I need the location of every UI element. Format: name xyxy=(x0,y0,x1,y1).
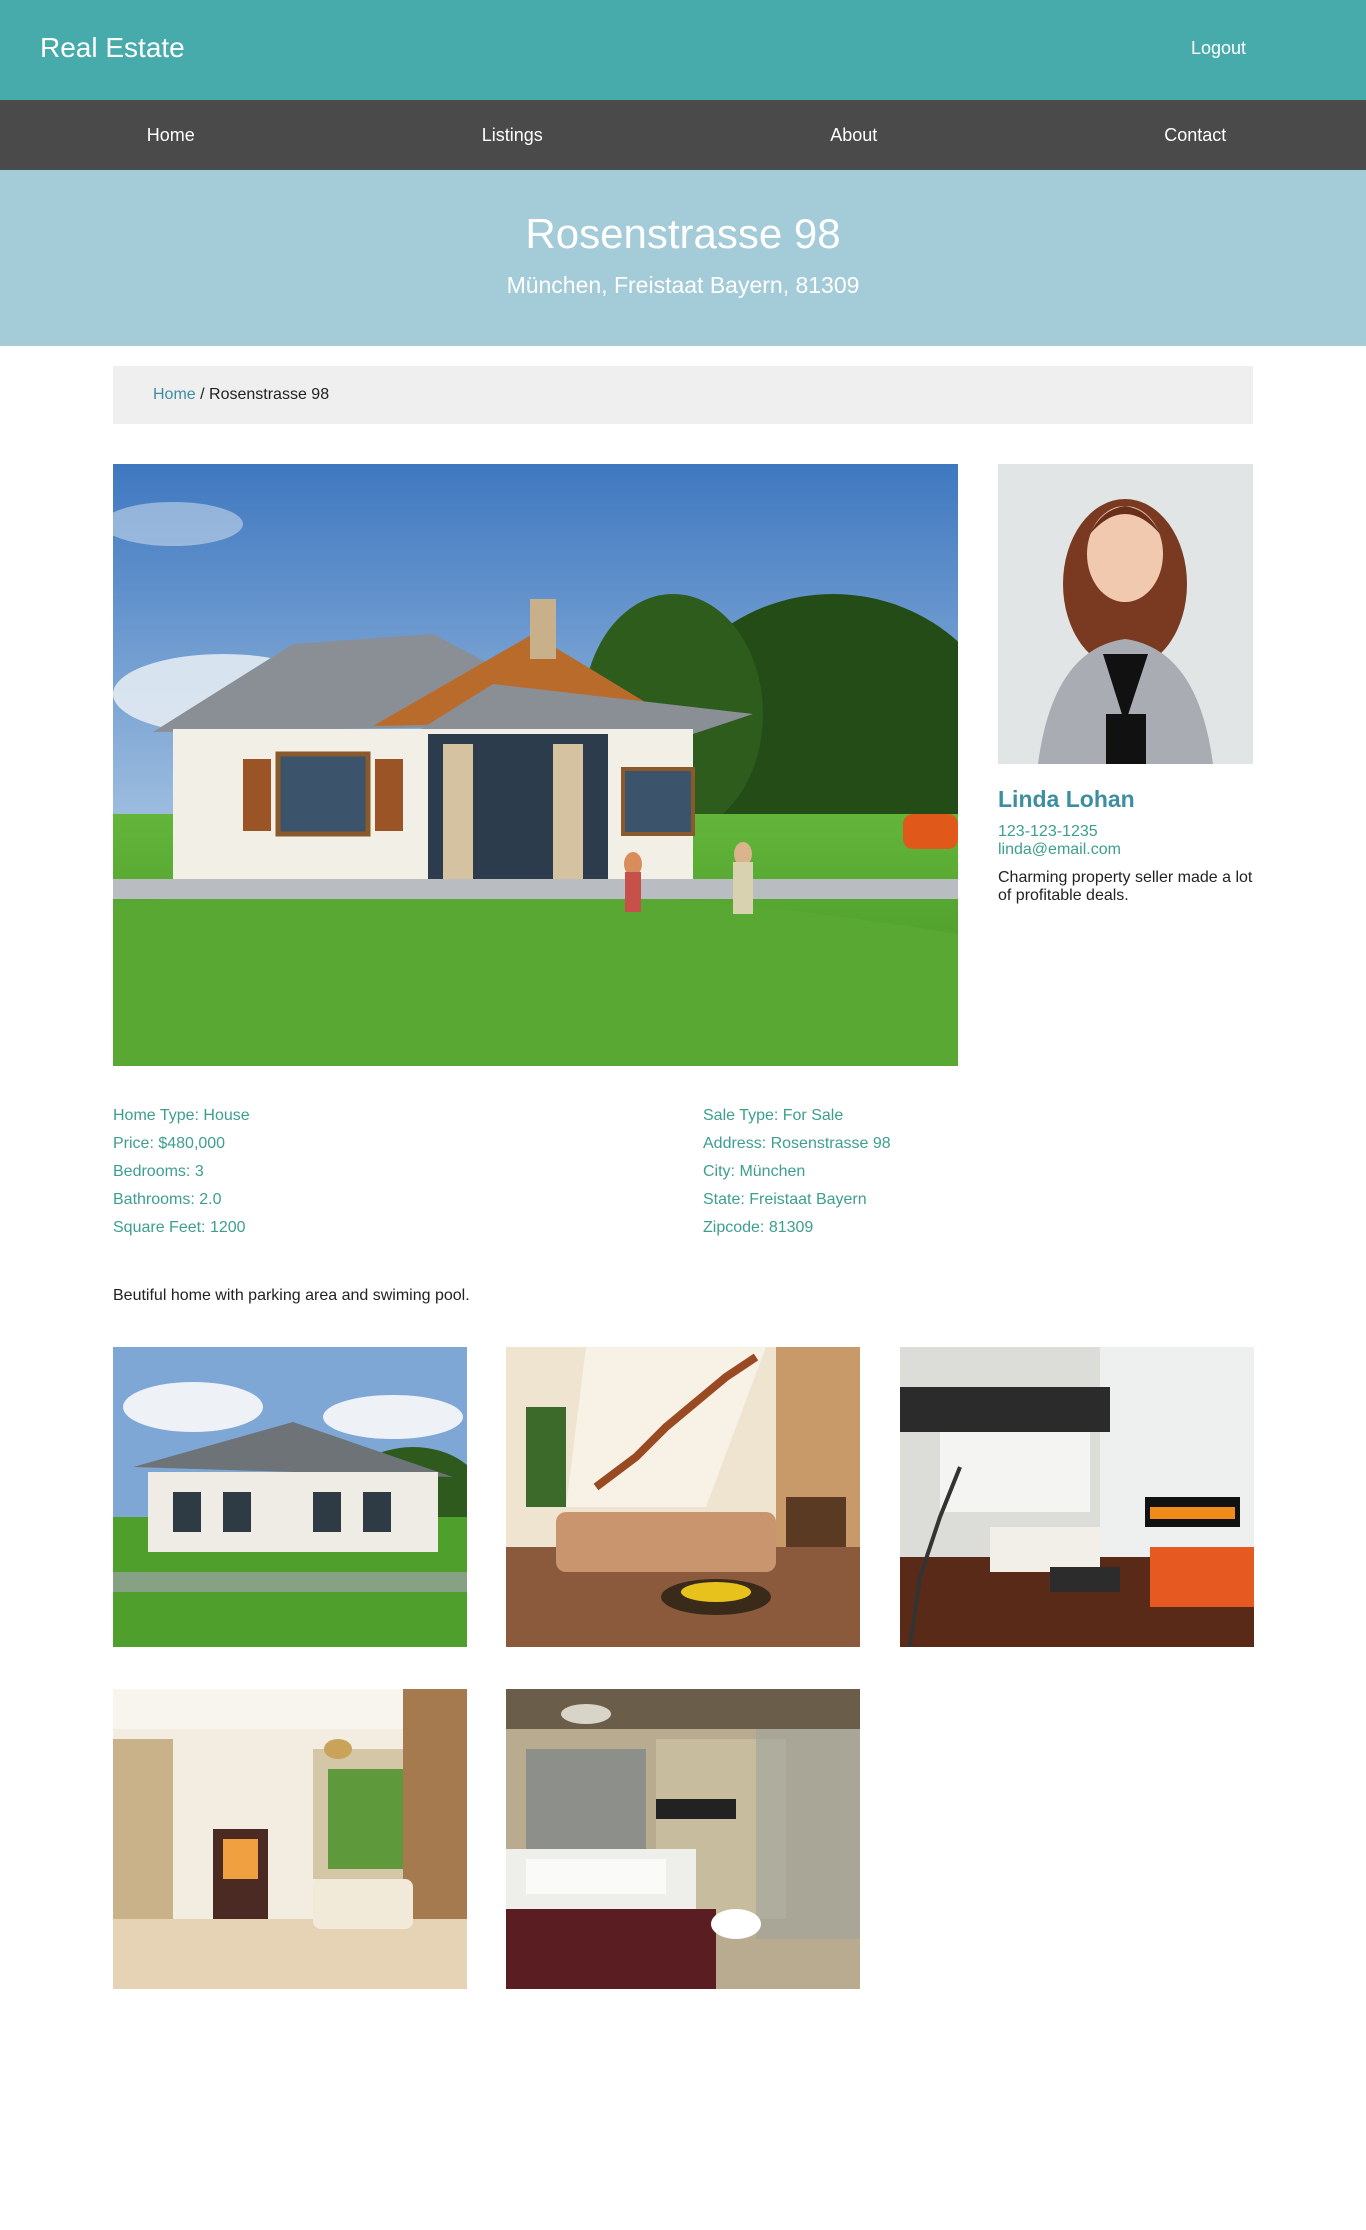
agent-email[interactable]: linda@email.com xyxy=(998,841,1121,859)
listing-description: Beutiful home with parking area and swim… xyxy=(113,1287,470,1304)
gallery-photo-bathroom[interactable] xyxy=(506,1689,860,1989)
breadcrumb-current: Rosenstrasse 98 xyxy=(209,386,330,403)
breadcrumb: Home / Rosenstrasse 98 xyxy=(113,366,1253,424)
detail-bedrooms: Bedrooms: 3 xyxy=(113,1163,204,1180)
nav-item-contact[interactable]: Contact xyxy=(1025,100,1366,170)
listing-title: Rosenstrasse 98 xyxy=(525,210,841,257)
top-bar: Real Estate Logout xyxy=(0,0,1366,100)
agent-photo xyxy=(998,464,1253,764)
main-nav: Home Listings About Contact xyxy=(0,100,1366,170)
gallery-photo-loft[interactable] xyxy=(900,1347,1254,1647)
detail-home-type: Home Type: House xyxy=(113,1107,250,1124)
agent-bio: Charming property seller made a lot of p… xyxy=(998,869,1253,904)
listing-location: München, Freistaat Bayern, 81309 xyxy=(506,272,860,298)
breadcrumb-separator: / xyxy=(195,386,210,403)
hero-banner: Rosenstrasse 98 München, Freistaat Bayer… xyxy=(0,170,1366,346)
detail-sale-type: Sale Type: For Sale xyxy=(703,1107,844,1124)
nav-item-home[interactable]: Home xyxy=(0,100,342,170)
detail-square-feet: Square Feet: 1200 xyxy=(113,1219,246,1236)
nav-item-listings[interactable]: Listings xyxy=(342,100,684,170)
detail-address: Address: Rosenstrasse 98 xyxy=(703,1135,891,1152)
details-right-column: Sale Type: For Sale Address: Rosenstrass… xyxy=(703,1105,891,1245)
gallery-photo-living-room[interactable] xyxy=(506,1347,860,1647)
main-listing-photo xyxy=(113,464,958,1066)
detail-bathrooms: Bathrooms: 2.0 xyxy=(113,1191,222,1208)
gallery-photo-exterior[interactable] xyxy=(113,1347,467,1647)
brand-logo-text[interactable]: Real Estate xyxy=(40,32,185,64)
gallery-photo-bedroom[interactable] xyxy=(113,1689,467,1989)
agent-phone[interactable]: 123-123-1235 xyxy=(998,823,1098,841)
nav-item-about[interactable]: About xyxy=(683,100,1025,170)
details-left-column: Home Type: House Price: $480,000 Bedroom… xyxy=(113,1105,250,1245)
detail-price: Price: $480,000 xyxy=(113,1135,226,1152)
detail-state: State: Freistaat Bayern xyxy=(703,1191,867,1208)
agent-name: Linda Lohan xyxy=(998,786,1135,812)
logout-link[interactable]: Logout xyxy=(1191,38,1246,59)
detail-zipcode: Zipcode: 81309 xyxy=(703,1219,814,1236)
breadcrumb-home-link[interactable]: Home xyxy=(153,386,196,403)
detail-city: City: München xyxy=(703,1163,806,1180)
